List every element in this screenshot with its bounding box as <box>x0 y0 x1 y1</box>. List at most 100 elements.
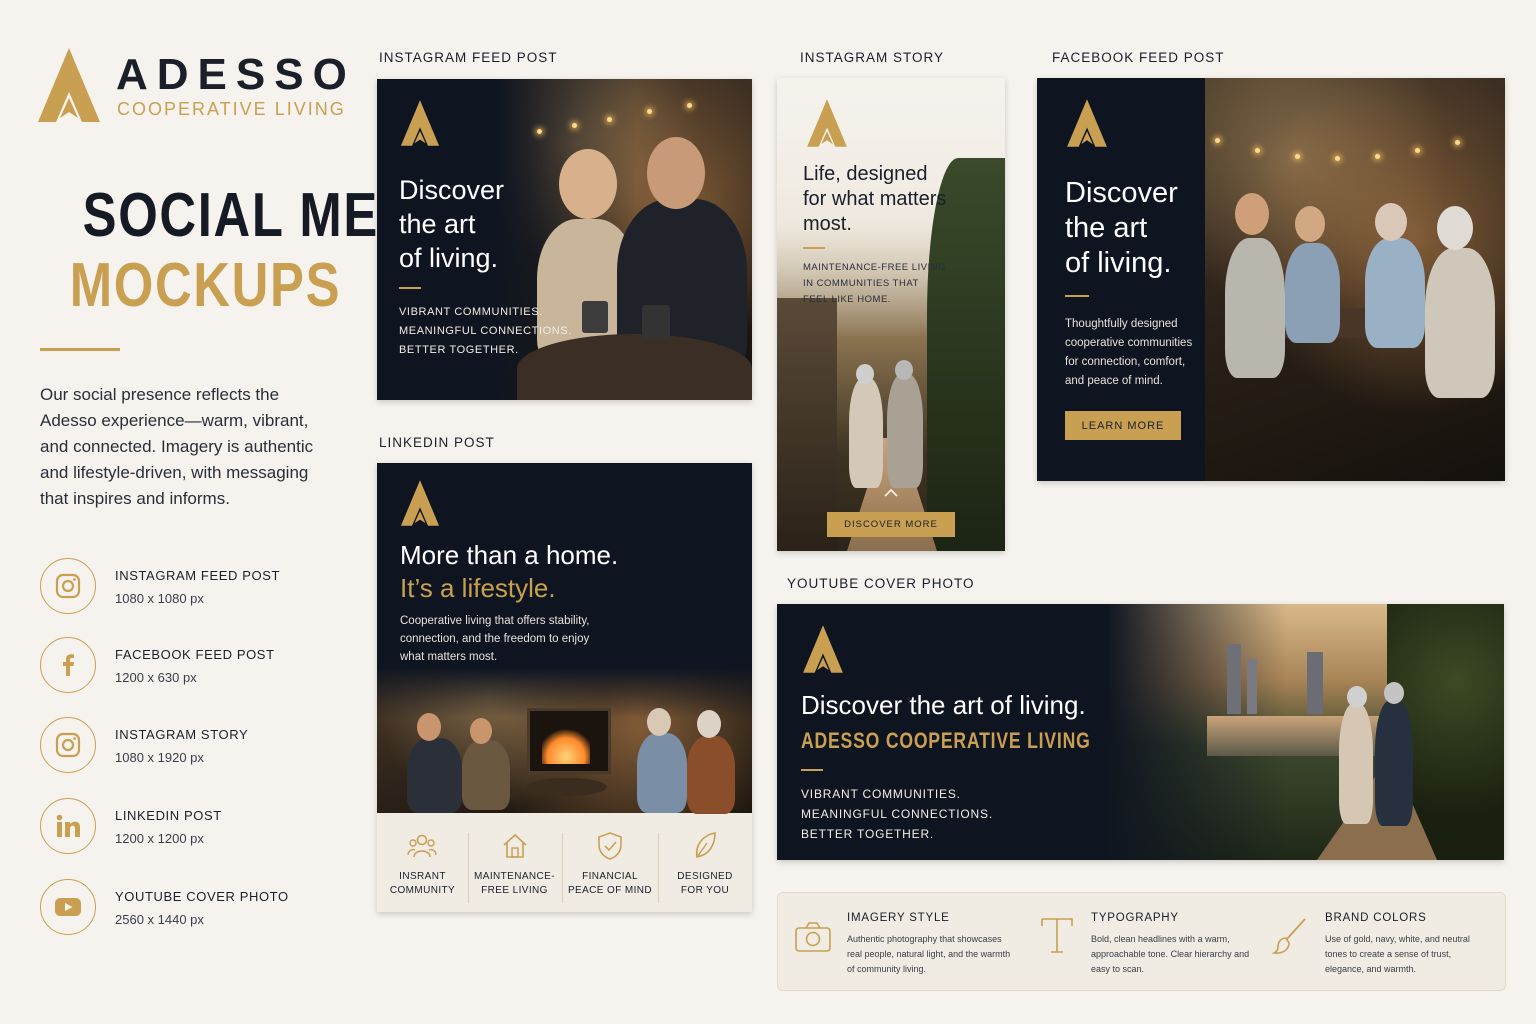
shield-icon <box>598 832 622 860</box>
headline-line: the art <box>1065 212 1148 244</box>
spec-name: YOUTUBE COVER PHOTO <box>115 889 289 904</box>
tagline-line: VIBRANT COMMUNITIES. <box>801 787 961 801</box>
feature-line: MAINTENANCE- <box>474 871 555 882</box>
feature-line: DESIGNED <box>677 871 733 882</box>
tagline-line: BETTER TOGETHER. <box>399 344 519 356</box>
instagram-story-tagline: MAINTENANCE-FREE LIVING IN COMMUNITIES T… <box>803 260 946 308</box>
camera-icon <box>795 922 831 952</box>
guidelines-panel: IMAGERY STYLE Authentic photography that… <box>777 892 1506 991</box>
headline-line: the art <box>399 209 476 239</box>
facebook-icon <box>40 637 96 693</box>
adesso-logo-icon <box>400 480 440 526</box>
tagline-line: IN COMMUNITIES THAT <box>803 278 919 289</box>
feature-line: INSRANT <box>399 871 446 882</box>
body-line: cooperative communities <box>1065 337 1193 349</box>
tagline-line: MEANINGFUL CONNECTIONS. <box>801 807 993 821</box>
spec-size: 1080 x 1920 px <box>115 750 204 765</box>
headline-line: for what matters <box>803 188 947 210</box>
spec-item-youtube: YOUTUBE COVER PHOTO 2560 x 1440 px <box>40 879 340 939</box>
linkedin-card[interactable]: More than a home. It’s a lifestyle. Coop… <box>377 463 752 912</box>
body-line: and peace of mind. <box>1065 375 1163 387</box>
headline-line: of living. <box>399 243 499 273</box>
feature-line: FOR YOU <box>680 885 730 896</box>
adesso-logo-icon <box>803 625 843 673</box>
guideline-text: Authentic photography that showcases rea… <box>847 934 1011 974</box>
gold-divider <box>1065 295 1089 297</box>
body-line: connection, and the freedom to enjoy <box>400 633 590 645</box>
house-icon <box>503 833 527 858</box>
tagline-line: BETTER TOGETHER. <box>801 827 935 841</box>
chevron-up-icon <box>884 488 898 497</box>
guideline-text: Bold, clean headlines with a warm, appro… <box>1091 934 1250 974</box>
people-icon <box>407 834 437 858</box>
tagline-line: VIBRANT COMMUNITIES. <box>399 306 543 318</box>
feature-line: FREE LIVING <box>481 885 548 896</box>
brush-icon <box>1271 918 1306 954</box>
spec-item-instagram-feed: INSTAGRAM FEED POST 1080 x 1080 px <box>40 558 340 618</box>
guideline-colors <box>1271 917 1308 960</box>
gold-divider <box>399 287 421 289</box>
gold-divider <box>801 769 823 771</box>
headline-line: Discover <box>1065 177 1178 209</box>
facebook-feed-card[interactable]: Discover the art of living. Thoughtfully… <box>1037 78 1505 481</box>
youtube-label: YOUTUBE COVER PHOTO <box>787 576 975 591</box>
spec-size: 2560 x 1440 px <box>115 912 204 927</box>
guideline-title: BRAND COLORS <box>1325 912 1427 924</box>
feature-label: INSRANT COMMUNITY <box>377 870 468 898</box>
linkedin-body: Cooperative living that offers stability… <box>400 612 589 666</box>
page-title-line2: MOCKUPS <box>69 251 342 320</box>
spec-name: LINKEDIN POST <box>115 808 222 823</box>
fireplace-photo <box>377 668 752 814</box>
youtube-card[interactable]: Discover the art of living. ADESSO COOPE… <box>777 604 1504 860</box>
instagram-feed-label: INSTAGRAM FEED POST <box>379 50 558 65</box>
tagline-line: MEANINGFUL CONNECTIONS. <box>399 325 572 337</box>
body-line: what matters most. <box>400 651 498 663</box>
headline-line: Discover <box>399 175 505 205</box>
leaf-icon <box>695 832 716 858</box>
headline-line: Life, designed <box>803 163 928 185</box>
spec-item-facebook-feed: FACEBOOK FEED POST 1200 x 630 px <box>40 637 340 697</box>
spec-size: 1080 x 1080 px <box>115 591 204 606</box>
adesso-logo-icon <box>1067 99 1107 147</box>
youtube-tagline: VIBRANT COMMUNITIES. MEANINGFUL CONNECTI… <box>801 784 993 844</box>
instagram-feed-card[interactable]: Discover the art of living. VIBRANT COMM… <box>377 79 752 400</box>
guideline-text: Use of gold, navy, white, and neutral to… <box>1325 934 1470 974</box>
instagram-feed-headline: Discover the art of living. <box>399 173 504 275</box>
headline-line: of living. <box>1065 247 1172 279</box>
spec-item-instagram-story: INSTAGRAM STORY 1080 x 1920 px <box>40 717 340 777</box>
facebook-feed-body: Thoughtfully designed cooperative commun… <box>1065 315 1192 391</box>
tagline-line: MAINTENANCE-FREE LIVING <box>803 262 946 273</box>
guideline-imagery <box>794 921 832 958</box>
instagram-icon <box>40 558 96 614</box>
instagram-story-card[interactable]: Life, designed for what matters most. MA… <box>777 78 1005 551</box>
feature-item: DESIGNED FOR YOU <box>658 813 752 912</box>
spec-name: INSTAGRAM FEED POST <box>115 568 281 583</box>
instagram-story-headline: Life, designed for what matters most. <box>803 162 946 237</box>
typography-icon <box>1041 918 1073 953</box>
feature-item: INSRANT COMMUNITY <box>377 813 468 912</box>
linkedin-headline: More than a home. <box>400 540 619 570</box>
facebook-feed-headline: Discover the art of living. <box>1065 176 1178 281</box>
feature-line: PEACE OF MIND <box>567 885 653 896</box>
title-divider <box>40 348 120 351</box>
gold-divider <box>803 247 825 249</box>
intro-text: Our social presence reflects the Adesso … <box>40 385 314 508</box>
feature-item: FINANCIAL PEACE OF MIND <box>562 813 658 912</box>
guideline-title: IMAGERY STYLE <box>847 912 950 924</box>
learn-more-button[interactable]: LEARN MORE <box>1065 411 1181 440</box>
linkedin-hero: More than a home. It’s a lifestyle. Coop… <box>377 463 752 814</box>
brand-name: ADESSO <box>116 50 356 99</box>
adesso-logo-icon <box>807 99 847 147</box>
youtube-subheadline: ADESSO COOPERATIVE LIVING <box>801 728 1091 753</box>
facebook-feed-label: FACEBOOK FEED POST <box>1052 50 1225 65</box>
linkedin-subheadline: It’s a lifestyle. <box>400 573 556 603</box>
youtube-icon <box>40 879 96 935</box>
adesso-logo-icon <box>38 48 100 122</box>
discover-more-button[interactable]: DISCOVER MORE <box>827 512 955 537</box>
linkedin-icon <box>40 798 96 854</box>
feature-label: FINANCIAL PEACE OF MIND <box>562 870 658 898</box>
feature-line: FINANCIAL <box>582 871 638 882</box>
linkedin-features: INSRANT COMMUNITY MAINTENANCE- FREE LIVING… <box>377 813 752 912</box>
feature-line: COMMUNITY <box>389 885 456 896</box>
spec-size: 1200 x 630 px <box>115 670 197 685</box>
